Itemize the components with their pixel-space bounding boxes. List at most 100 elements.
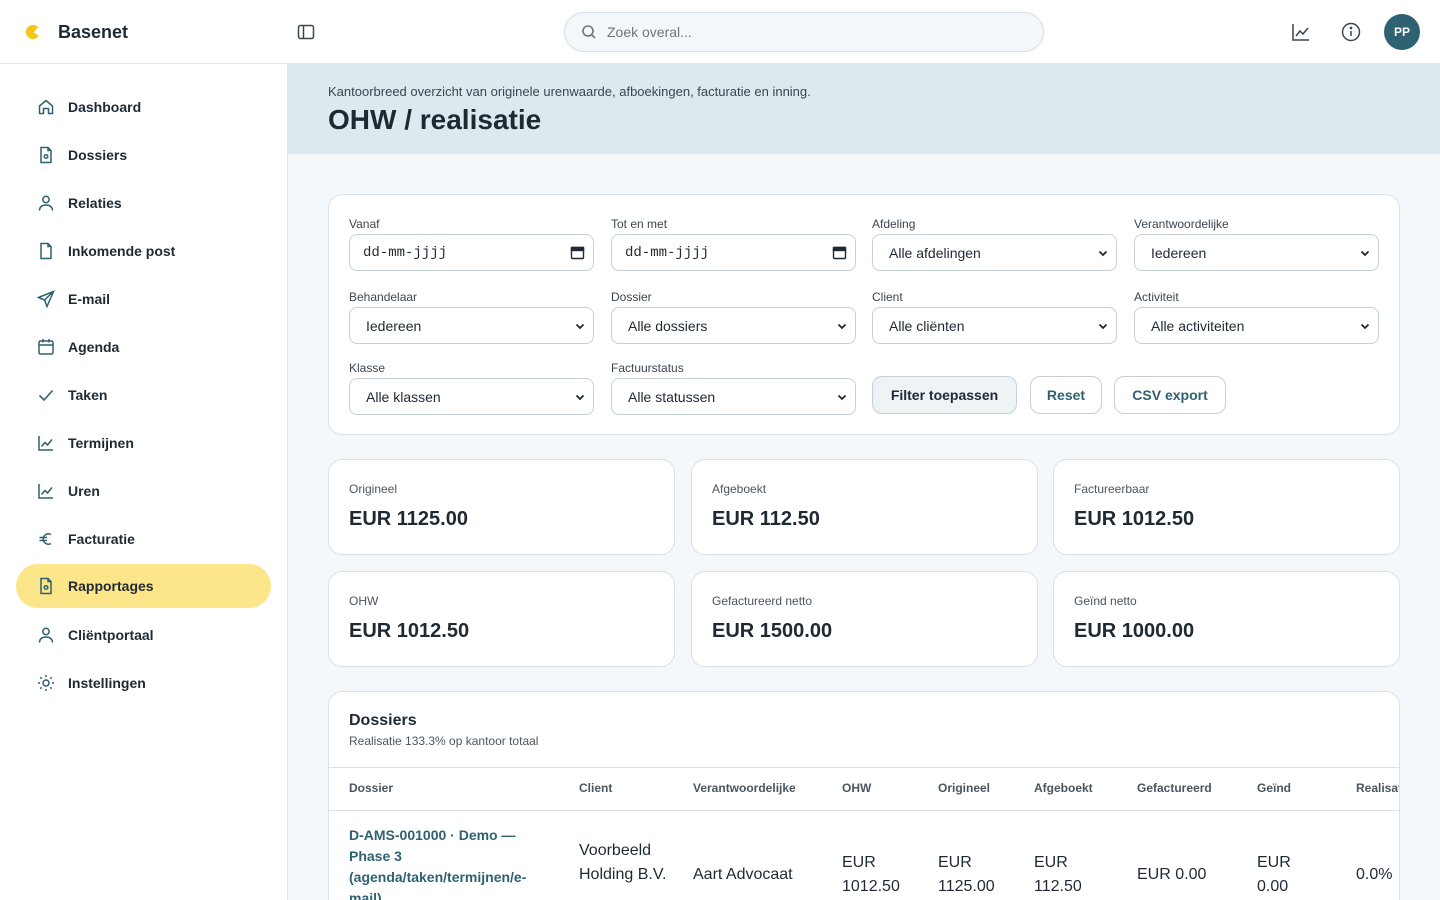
sidebar-item-label: Agenda bbox=[68, 339, 120, 355]
filter-label: Activiteit bbox=[1134, 290, 1179, 304]
sidebar-item-label: Dashboard bbox=[68, 99, 142, 115]
sidebar-toggle-icon[interactable] bbox=[296, 22, 316, 42]
avatar[interactable]: PP bbox=[1384, 14, 1420, 50]
filter-client: Client Alle cliënten bbox=[872, 290, 1117, 344]
csv-export-button[interactable]: CSV export bbox=[1114, 376, 1226, 414]
sidebar-item-label: E-mail bbox=[68, 291, 111, 307]
filter-label: Factuurstatus bbox=[611, 361, 684, 375]
cell-afgeboekt: EUR 112.50 bbox=[1034, 854, 1082, 895]
stat-label: OHW bbox=[349, 594, 379, 608]
chart-line-icon bbox=[36, 481, 56, 501]
stat-value: EUR 1000.00 bbox=[1074, 620, 1195, 642]
user-icon bbox=[36, 625, 56, 645]
column-header-realisatie[interactable]: Realisatie bbox=[1356, 781, 1399, 795]
sidebar-item-taken[interactable]: Taken bbox=[16, 373, 271, 417]
column-header-verantwoordelijke[interactable]: Verantwoordelijke bbox=[693, 781, 796, 795]
select-activiteit[interactable]: Alle activiteiten bbox=[1134, 307, 1379, 344]
stat-label: Factureerbaar bbox=[1074, 482, 1150, 496]
cell-verantwoordelijke: Aart Advocaat bbox=[693, 866, 793, 883]
stat-card-afgeboekt: Afgeboekt EUR 112.50 bbox=[691, 459, 1038, 555]
select-value: Alle dossiers bbox=[628, 317, 708, 334]
home-icon bbox=[36, 97, 56, 117]
date-input-tot-en-met[interactable]: dd-mm-jjjj bbox=[611, 234, 856, 271]
sidebar-item-inkomende-post[interactable]: Inkomende post bbox=[16, 229, 271, 273]
select-klasse[interactable]: Alle klassen bbox=[349, 378, 594, 415]
sidebar-item-label: Termijnen bbox=[68, 435, 134, 451]
select-value: Alle statussen bbox=[628, 388, 716, 405]
date-value: dd-mm-jjjj bbox=[625, 244, 710, 261]
search-bar[interactable] bbox=[564, 12, 1044, 52]
filter-behandelaar: Behandelaar Iedereen bbox=[349, 290, 594, 344]
select-afdeling[interactable]: Alle afdelingen bbox=[872, 234, 1117, 271]
cell-gefactureerd: EUR 0.00 bbox=[1137, 866, 1207, 883]
stat-card-gefactureerd-netto: Gefactureerd netto EUR 1500.00 bbox=[691, 571, 1038, 667]
sidebar-item-clientportaal[interactable]: Cliëntportaal bbox=[16, 613, 271, 657]
sidebar-item-agenda[interactable]: Agenda bbox=[16, 325, 271, 369]
column-header-dossier[interactable]: Dossier bbox=[349, 781, 393, 795]
select-factuurstatus[interactable]: Alle statussen bbox=[611, 378, 856, 415]
cell-geind: EUR 0.00 bbox=[1257, 854, 1291, 895]
filter-afdeling: Afdeling Alle afdelingen bbox=[872, 217, 1117, 271]
table-title: Dossiers bbox=[349, 712, 417, 729]
sidebar-item-label: Cliëntportaal bbox=[68, 627, 154, 643]
column-header-origineel[interactable]: Origineel bbox=[938, 781, 990, 795]
page-header: Kantoorbreed overzicht van originele ure… bbox=[288, 64, 1440, 154]
filter-vanaf: Vanaf dd-mm-jjjj bbox=[349, 217, 594, 271]
select-verantwoordelijke[interactable]: Iedereen bbox=[1134, 234, 1379, 271]
sidebar-item-rapportages[interactable]: Rapportages bbox=[16, 564, 271, 608]
sidebar-item-email[interactable]: E-mail bbox=[16, 277, 271, 321]
document-icon bbox=[36, 241, 56, 261]
sidebar-item-label: Rapportages bbox=[68, 578, 154, 594]
info-icon[interactable] bbox=[1340, 21, 1362, 43]
date-input-vanaf[interactable]: dd-mm-jjjj bbox=[349, 234, 594, 271]
cell-client: Voorbeeld Holding B.V. bbox=[579, 842, 667, 883]
filter-label: Client bbox=[872, 290, 903, 304]
column-header-client[interactable]: Client bbox=[579, 781, 612, 795]
send-icon bbox=[36, 289, 56, 309]
select-value: Alle klassen bbox=[366, 388, 441, 405]
sidebar-item-dashboard[interactable]: Dashboard bbox=[16, 85, 271, 129]
file-icon bbox=[36, 145, 56, 165]
cell-realisatie: 0.0% bbox=[1356, 866, 1393, 883]
stat-card-ohw: OHW EUR 1012.50 bbox=[328, 571, 675, 667]
sidebar-item-label: Uren bbox=[68, 483, 100, 499]
select-client[interactable]: Alle cliënten bbox=[872, 307, 1117, 344]
sidebar-item-uren[interactable]: Uren bbox=[16, 469, 271, 513]
stat-value: EUR 1012.50 bbox=[349, 620, 470, 642]
sidebar-item-label: Inkomende post bbox=[68, 243, 176, 259]
brand[interactable]: Basenet bbox=[26, 20, 128, 44]
user-icon bbox=[36, 193, 56, 213]
search-icon bbox=[582, 25, 596, 39]
select-value: Iedereen bbox=[366, 317, 422, 334]
column-header-afgeboekt[interactable]: Afgeboekt bbox=[1034, 781, 1093, 795]
column-header-geind[interactable]: Geïnd bbox=[1257, 781, 1291, 795]
sidebar-item-relaties[interactable]: Relaties bbox=[16, 181, 271, 225]
select-behandelaar[interactable]: Iedereen bbox=[349, 307, 594, 344]
chevron-down-icon bbox=[575, 323, 585, 329]
filter-card: Vanaf dd-mm-jjjj Tot en met dd-mm-jjjj A… bbox=[328, 194, 1400, 435]
stat-label: Origineel bbox=[349, 482, 398, 496]
cell-origineel: EUR 1125.00 bbox=[938, 854, 995, 895]
sidebar-item-facturatie[interactable]: Facturatie bbox=[16, 517, 271, 561]
chart-icon[interactable] bbox=[1290, 21, 1312, 43]
filter-apply-button[interactable]: Filter toepassen bbox=[872, 376, 1017, 414]
sun-icon bbox=[36, 673, 56, 693]
column-header-gefactureerd[interactable]: Gefactureerd bbox=[1137, 781, 1212, 795]
search-input[interactable] bbox=[607, 24, 1007, 40]
sidebar-item-instellingen[interactable]: Instellingen bbox=[16, 661, 271, 705]
chevron-down-icon bbox=[837, 323, 847, 329]
sidebar-item-dossiers[interactable]: Dossiers bbox=[16, 133, 271, 177]
select-dossier[interactable]: Alle dossiers bbox=[611, 307, 856, 344]
filter-label: Behandelaar bbox=[349, 290, 418, 304]
select-value: Iedereen bbox=[1151, 244, 1207, 261]
check-icon bbox=[36, 385, 56, 405]
sidebar-item-termijnen[interactable]: Termijnen bbox=[16, 421, 271, 465]
sidebar-item-label: Taken bbox=[68, 387, 108, 403]
filter-label: Klasse bbox=[349, 361, 386, 375]
column-header-ohw[interactable]: OHW bbox=[842, 781, 871, 795]
file-report-icon bbox=[36, 576, 56, 596]
stat-label: Geïnd netto bbox=[1074, 594, 1137, 608]
stat-label: Afgeboekt bbox=[712, 482, 767, 496]
dossier-link[interactable]: D-AMS-001000 · Demo — Phase 3 (agenda/ta… bbox=[349, 825, 559, 900]
reset-button[interactable]: Reset bbox=[1030, 376, 1102, 414]
